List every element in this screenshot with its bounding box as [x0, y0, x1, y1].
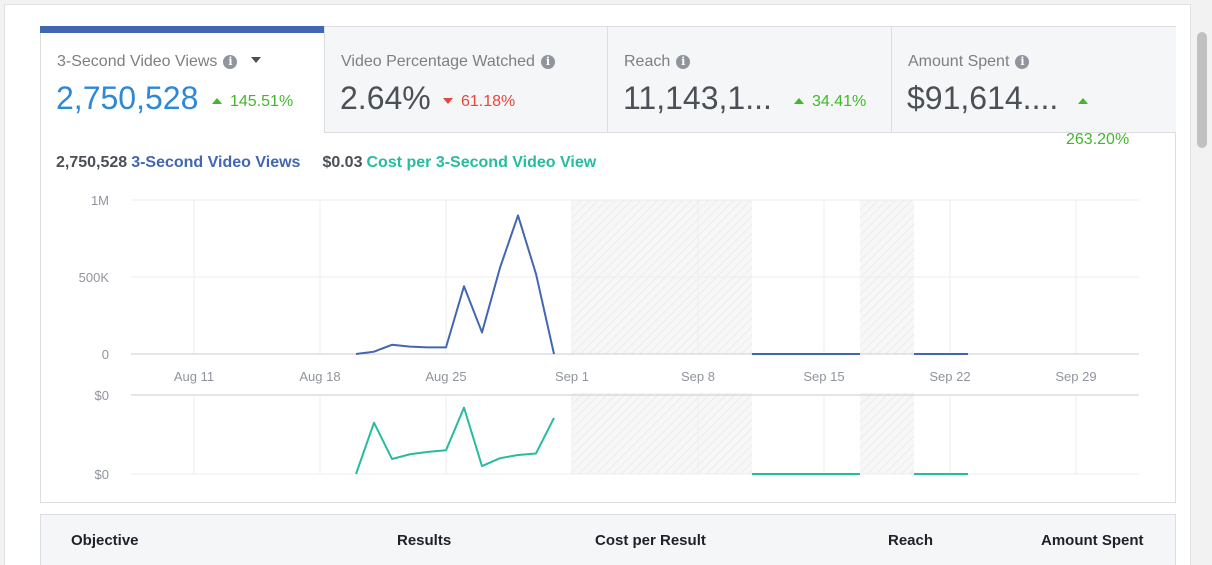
x-tick-label: Sep 29: [1055, 369, 1096, 384]
y-tick-label: 1M: [91, 193, 109, 208]
x-tick-label: Sep 22: [929, 369, 970, 384]
y-tick-label: 0: [102, 347, 109, 362]
no-data-region: [572, 393, 752, 474]
y-tick-label: 500K: [79, 270, 110, 285]
column-header-results[interactable]: Results: [397, 532, 451, 549]
cost-per-view-line: [355, 406, 555, 475]
no-data-region: [860, 393, 914, 474]
performance-chart: Aug 11 Aug 18 Aug 25 Sep 1 Sep 8 Sep 15 Sep 22…: [79, 193, 1139, 482]
x-tick-label: Aug 18: [299, 369, 340, 384]
metrics-card: 3-Second Video Views i 2,750,528 145.51% …: [40, 26, 1176, 503]
x-tick-label: Sep 15: [803, 369, 844, 384]
x-tick-label: Aug 11: [174, 369, 214, 384]
video-views-line: [355, 214, 555, 355]
column-header-amount-spent[interactable]: Amount Spent: [1041, 532, 1144, 549]
column-header-reach[interactable]: Reach: [888, 532, 933, 549]
x-tick-label: Sep 8: [681, 369, 715, 384]
y-tick-label: $0: [95, 388, 109, 403]
column-header-objective[interactable]: Objective: [71, 532, 139, 549]
x-tick-label: Sep 1: [555, 369, 589, 384]
results-table-header: Objective Results Cost per Result Reach …: [40, 514, 1176, 565]
x-tick-label: Aug 25: [425, 369, 466, 384]
scrollbar-thumb[interactable]: [1197, 32, 1207, 148]
y-tick-label: $0: [95, 467, 109, 482]
column-header-cost-per-result[interactable]: Cost per Result: [595, 532, 706, 549]
